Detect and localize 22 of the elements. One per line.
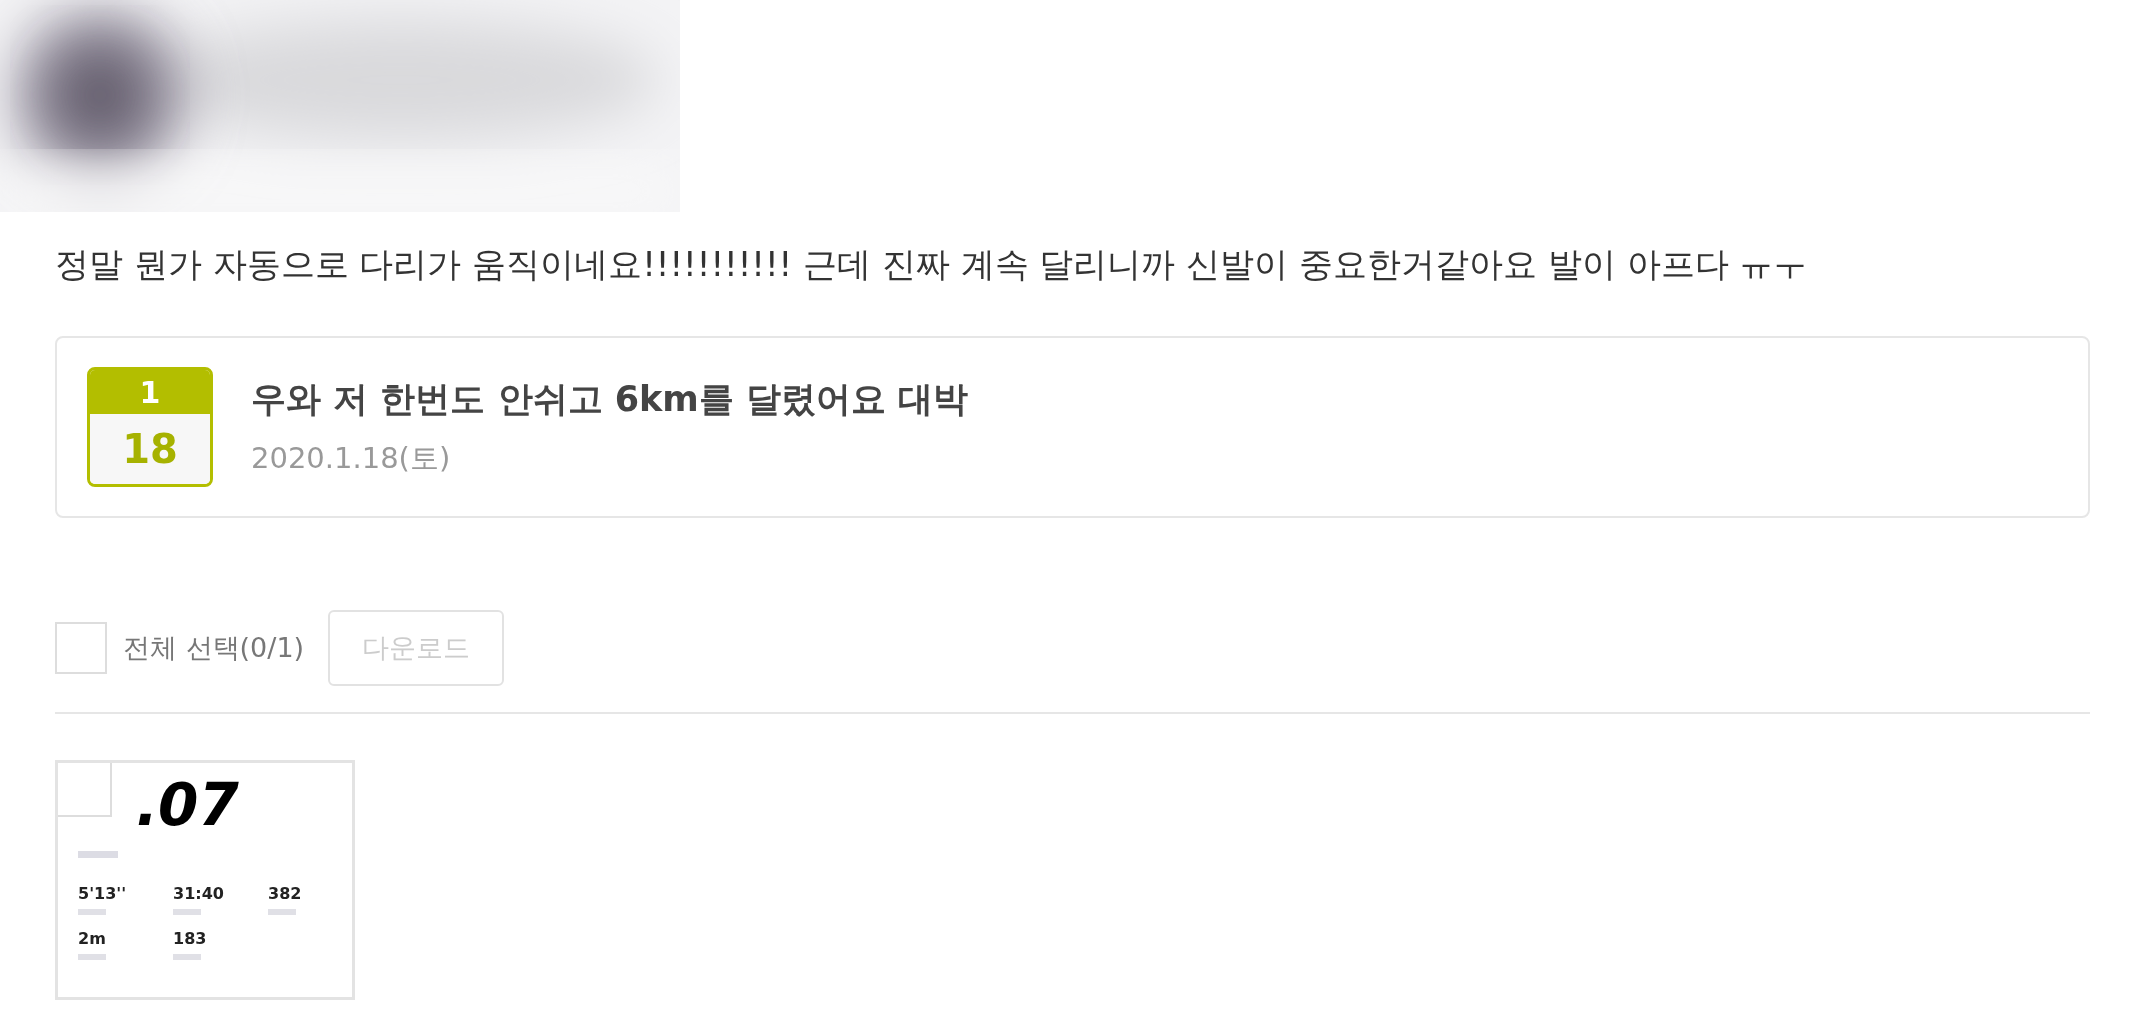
post-title: 우와 저 한번도 안쉬고 6km를 달렸어요 대박 — [251, 377, 969, 421]
blurred-label — [78, 954, 106, 960]
select-all-checkbox[interactable] — [55, 622, 107, 674]
blurred-label — [173, 909, 201, 915]
stat-value: 2m — [78, 929, 107, 948]
stat-value: 382 — [268, 884, 303, 903]
blurred-label — [78, 909, 106, 915]
stat-value: 31:40 — [173, 884, 225, 903]
stat-value: 183 — [173, 929, 208, 948]
attachment-thumbnail[interactable]: .07 5'13'' 31:40 382 2m 183 — [55, 760, 355, 1000]
comment-text: 정말 뭔가 자동으로 다리가 움직이네요!!!!!!!!!!! 근데 진짜 계속 달리니까 신발이 중요한거같아요 발이 아프다 ㅠㅜ — [55, 243, 1809, 286]
select-all-label[interactable]: 전체 선택(0/1) — [123, 630, 305, 666]
stat-value: 5'13'' — [78, 884, 128, 903]
calendar-month: 1 — [90, 370, 210, 414]
blurred-label — [268, 909, 296, 915]
distance-value: .07 — [136, 773, 240, 837]
post-card[interactable]: 1 18 우와 저 한번도 안쉬고 6km를 달렸어요 대박 2020.1.18(토) — [55, 336, 2090, 518]
attachment-checkbox[interactable] — [58, 763, 112, 817]
post-date: 2020.1.18(토) — [251, 439, 452, 477]
calendar-day: 18 — [90, 414, 210, 484]
blurred-label — [78, 851, 118, 858]
blurred-label — [173, 954, 201, 960]
